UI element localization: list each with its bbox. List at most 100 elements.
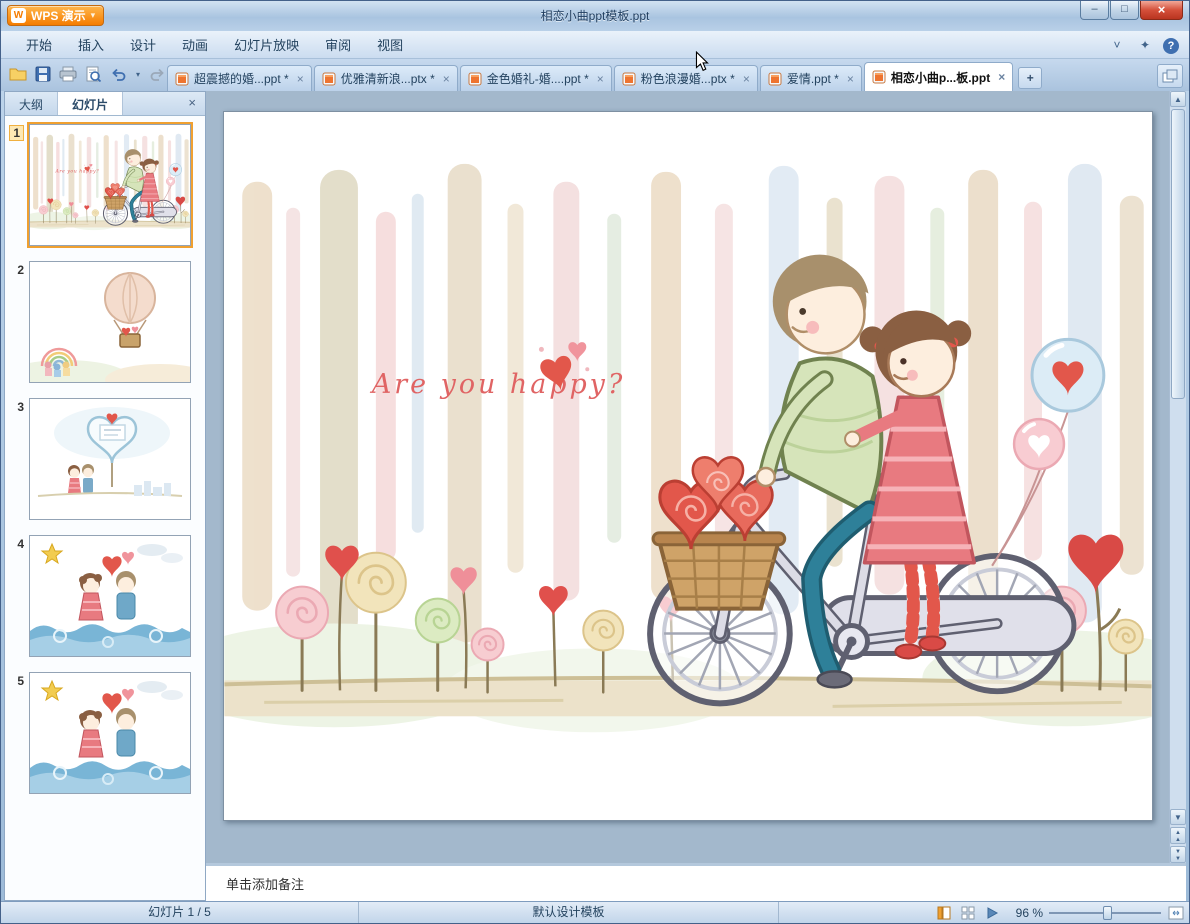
tab-slides[interactable]: 幻灯片 [58,92,124,115]
print-preview-button[interactable] [82,63,104,85]
doc-tab-label: 优雅清新浪...ptx * [340,72,435,86]
doc-tab-label: 爱情.ppt * [786,72,839,86]
thumbnail-image [29,672,191,794]
tab-close-icon[interactable]: × [297,73,304,85]
slide-sorter-button[interactable] [959,904,977,922]
ppt-file-icon [622,72,636,85]
app-menu-caret-icon: ▾ [90,10,96,20]
titlebar[interactable]: W WPS 演示 ▾ 相恋小曲ppt模板.ppt – □ × [1,1,1189,31]
doc-tab-3[interactable]: 金色婚礼-婚....ppt * × [459,65,612,91]
menu-item-review[interactable]: 审阅 [312,30,364,59]
slide-panel: 大纲 幻灯片 × 1 2 3 4 5 [4,91,206,901]
menu-item-home[interactable]: 开始 [13,30,65,59]
slide-number: 1 [9,125,24,141]
thumbnail-image [29,398,191,520]
open-folder-icon [9,68,27,81]
skin-icon[interactable]: ✦ [1135,35,1155,55]
previous-slide-button[interactable]: ▲ ▲ [1170,827,1186,844]
tab-close-icon[interactable]: × [443,73,450,85]
scroll-down-icon[interactable]: ▼ [1170,809,1186,825]
slide-thumbnail-3[interactable]: 3 [7,398,201,520]
collapse-ribbon-icon[interactable]: ˅ [1107,35,1127,55]
slide-thumbnail-2[interactable]: 2 [7,261,201,383]
open-button[interactable] [7,63,29,85]
zoom-level[interactable]: 96 % [1007,906,1043,920]
ppt-file-icon [872,70,886,84]
status-bar: 幻灯片 1 / 5 默认设计模板 96 % [1,901,1189,923]
tab-outline[interactable]: 大纲 [5,92,59,115]
save-icon [35,66,51,82]
next-slide-button[interactable]: ▼ ▼ [1170,846,1186,863]
wps-window: W WPS 演示 ▾ 相恋小曲ppt模板.ppt – □ × 开始 插入 设计 … [0,0,1190,924]
slide-thumbnail-list: 1 2 3 4 5 [5,116,205,900]
tab-list-icon [1162,69,1178,83]
save-button[interactable] [32,63,54,85]
fit-window-button[interactable] [1167,904,1185,922]
maximize-button[interactable]: □ [1110,1,1139,20]
wps-logo-icon: W [11,8,26,23]
toolbar-row: ▾ 超震撼的婚...ppt * × 优雅清新浪...ptx * × 金色婚礼-婚… [1,59,1189,91]
document-tabs: 超震撼的婚...ppt * × 优雅清新浪...ptx * × 金色婚礼-婚..… [167,62,1043,91]
panel-close-icon[interactable]: × [179,92,205,115]
ppt-file-icon [175,72,189,85]
slide-canvas[interactable] [223,111,1153,821]
tab-close-icon[interactable]: × [743,73,750,85]
undo-button[interactable] [107,63,129,85]
design-template: 默认设计模板 [359,902,779,923]
slide-sorter-icon [961,906,975,920]
vertical-scrollbar[interactable]: ▲ ▼ ▲ ▲ ▼ ▼ [1169,91,1186,863]
zoom-slider[interactable] [1049,904,1161,922]
doc-tab-4[interactable]: 粉色浪漫婚...ptx * × [613,65,758,91]
menu-item-animation[interactable]: 动画 [169,30,221,59]
wps-app-button[interactable]: W WPS 演示 ▾ [7,5,105,26]
doc-tab-5[interactable]: 爱情.ppt * × [759,65,862,91]
doc-tab-label: 相恋小曲p...板.ppt [890,70,991,85]
print-icon [59,66,77,82]
slide-edit-area: ▲ ▼ ▲ ▲ ▼ ▼ [206,91,1186,863]
tab-switcher-button[interactable] [1157,64,1183,88]
doc-tab-6-active[interactable]: 相恋小曲p...板.ppt × [863,62,1014,91]
doc-tab-2[interactable]: 优雅清新浪...ptx * × [313,65,458,91]
undo-icon [112,68,126,81]
menu-item-design[interactable]: 设计 [117,30,169,59]
slide-position: 幻灯片 1 / 5 [1,902,359,923]
notes-pane[interactable]: 单击添加备注 [206,863,1186,903]
print-preview-icon [86,66,101,82]
ppt-file-icon [768,72,782,85]
normal-view-button[interactable] [935,904,953,922]
slide-thumbnail-4[interactable]: 4 [7,535,201,657]
menu-item-slideshow[interactable]: 幻灯片放映 [221,30,312,59]
new-tab-button[interactable]: + [1018,67,1043,89]
scroll-up-icon[interactable]: ▲ [1170,91,1186,107]
print-button[interactable] [57,63,79,85]
doc-tab-label: 金色婚礼-婚....ppt * [486,72,589,86]
window-title: 相恋小曲ppt模板.ppt [540,9,650,23]
slide-thumbnail-5[interactable]: 5 [7,672,201,794]
undo-dropdown-icon[interactable]: ▾ [132,70,144,79]
normal-view-icon [937,906,951,920]
minimize-button[interactable]: – [1080,1,1109,20]
tab-close-icon[interactable]: × [597,73,604,85]
app-button-label: WPS 演示 [31,9,86,23]
zoom-slider-thumb[interactable] [1102,906,1112,920]
redo-button[interactable] [147,63,169,85]
panel-tabs: 大纲 幻灯片 × [5,92,205,116]
doc-tab-1[interactable]: 超震撼的婚...ppt * × [167,65,312,91]
menu-item-view[interactable]: 视图 [364,30,416,59]
tab-close-icon[interactable]: × [847,73,854,85]
ppt-file-icon [468,72,482,85]
slide-number: 4 [17,537,24,551]
scrollbar-thumb[interactable] [1171,109,1185,399]
ppt-file-icon [322,72,336,85]
doc-tab-label: 超震撼的婚...ppt * [194,72,289,86]
tab-close-icon[interactable]: × [998,71,1005,83]
slideshow-button[interactable] [983,904,1001,922]
slide-thumbnail-1[interactable]: 1 [7,122,201,248]
close-button[interactable]: × [1140,1,1183,20]
help-icon[interactable]: ? [1163,38,1179,54]
menu-item-insert[interactable]: 插入 [65,30,117,59]
thumbnail-image [29,261,191,383]
slide-number: 2 [17,263,24,277]
slide-number: 5 [17,674,24,688]
doc-tab-label: 粉色浪漫婚...ptx * [640,72,735,86]
